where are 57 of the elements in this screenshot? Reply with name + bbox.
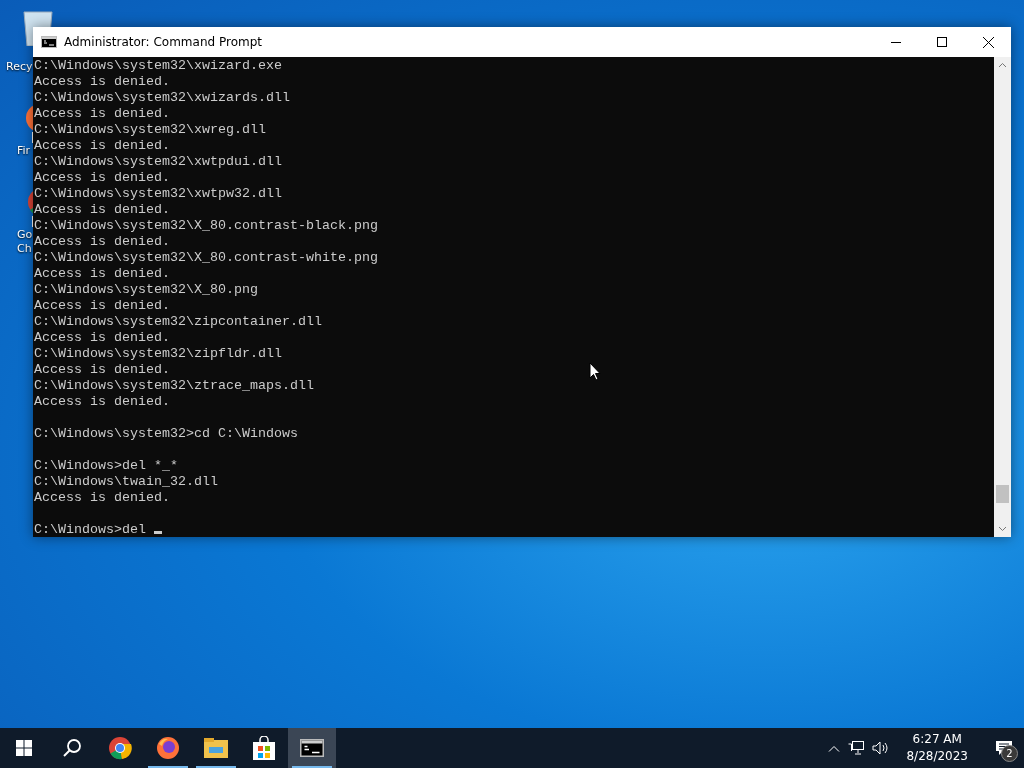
console-line: C:\Windows\system32\xwizard.exe [34,58,282,74]
chrome-icon [108,736,132,760]
firefox-icon [156,736,180,760]
console-line: C:\Windows>del *_* [34,458,178,474]
terminal-icon [41,36,57,48]
console-line: Access is denied. [34,362,170,378]
console-line: Access is denied. [34,234,170,250]
speaker-icon [872,741,891,755]
taskbar-app-button[interactable] [288,728,336,768]
console-line: C:\Windows\system32\xwizards.dll [34,90,290,106]
console-line: C:\Windows\system32\xwtpdui.dll [34,154,282,170]
clock-time: 6:27 AM [912,731,962,748]
console-line: Access is denied. [34,490,170,506]
console-line: C:\Windows\system32\ztrace_maps.dll [34,378,314,394]
console-line: C:\Windows\system32\xwtpw32.dll [34,186,282,202]
network-icon [848,741,865,755]
scrollbar[interactable] [994,57,1011,537]
console-line: C:\Windows\system32\X_80.contrast-white.png [34,250,378,266]
console-prompt: C:\Windows>del [34,522,147,537]
scroll-up-icon [998,61,1007,70]
windows-logo-icon [16,740,32,756]
console-line: Access is denied. [34,202,170,218]
chevron-up-icon [828,744,841,752]
scroll-down-icon [998,524,1007,533]
window-title: Administrator: Command Prompt [64,35,263,49]
notification-count: 2 [1001,745,1018,762]
console-line: C:\Windows\twain_32.dll [34,474,218,490]
console-line: Access is denied. [34,170,170,186]
text-cursor [154,531,162,534]
terminal-icon [300,739,324,757]
icon-label: Ch [17,242,32,256]
store-bag-icon [253,736,275,760]
search-icon [62,738,82,758]
maximize-icon [937,37,947,47]
console-line: Access is denied. [34,298,170,314]
console-line: C:\Windows\system32\X_80.contrast-black.png [34,218,378,234]
console-line: C:\Windows\system32\xwreg.dll [34,122,266,138]
console-line: C:\Windows\system32\zipfldr.dll [34,346,282,362]
icon-label: Fir [17,144,31,158]
notification-button[interactable]: 2 [984,728,1024,768]
console-line: Access is denied. [34,330,170,346]
clock-date: 8/28/2023 [906,748,968,765]
mouse-pointer-icon [589,362,601,381]
console-line: C:\Windows\system32\X_80.png [34,282,258,298]
console-line: Access is denied. [34,74,170,90]
close-icon [982,36,994,48]
icon-label: Recy [6,60,33,74]
folder-icon [204,738,228,758]
console-line: Access is denied. [34,138,170,154]
icon-label: Go [17,228,33,242]
console-line: Access is denied. [34,394,170,410]
console-line: C:\Windows\system32\zipcontainer.dll [34,314,322,330]
scroll-thumb[interactable] [996,485,1009,503]
console-line: Access is denied. [34,266,170,282]
minimize-icon [891,41,901,43]
console-line: Access is denied. [34,106,170,122]
console-line: C:\Windows\system32>cd C:\Windows [34,426,298,442]
